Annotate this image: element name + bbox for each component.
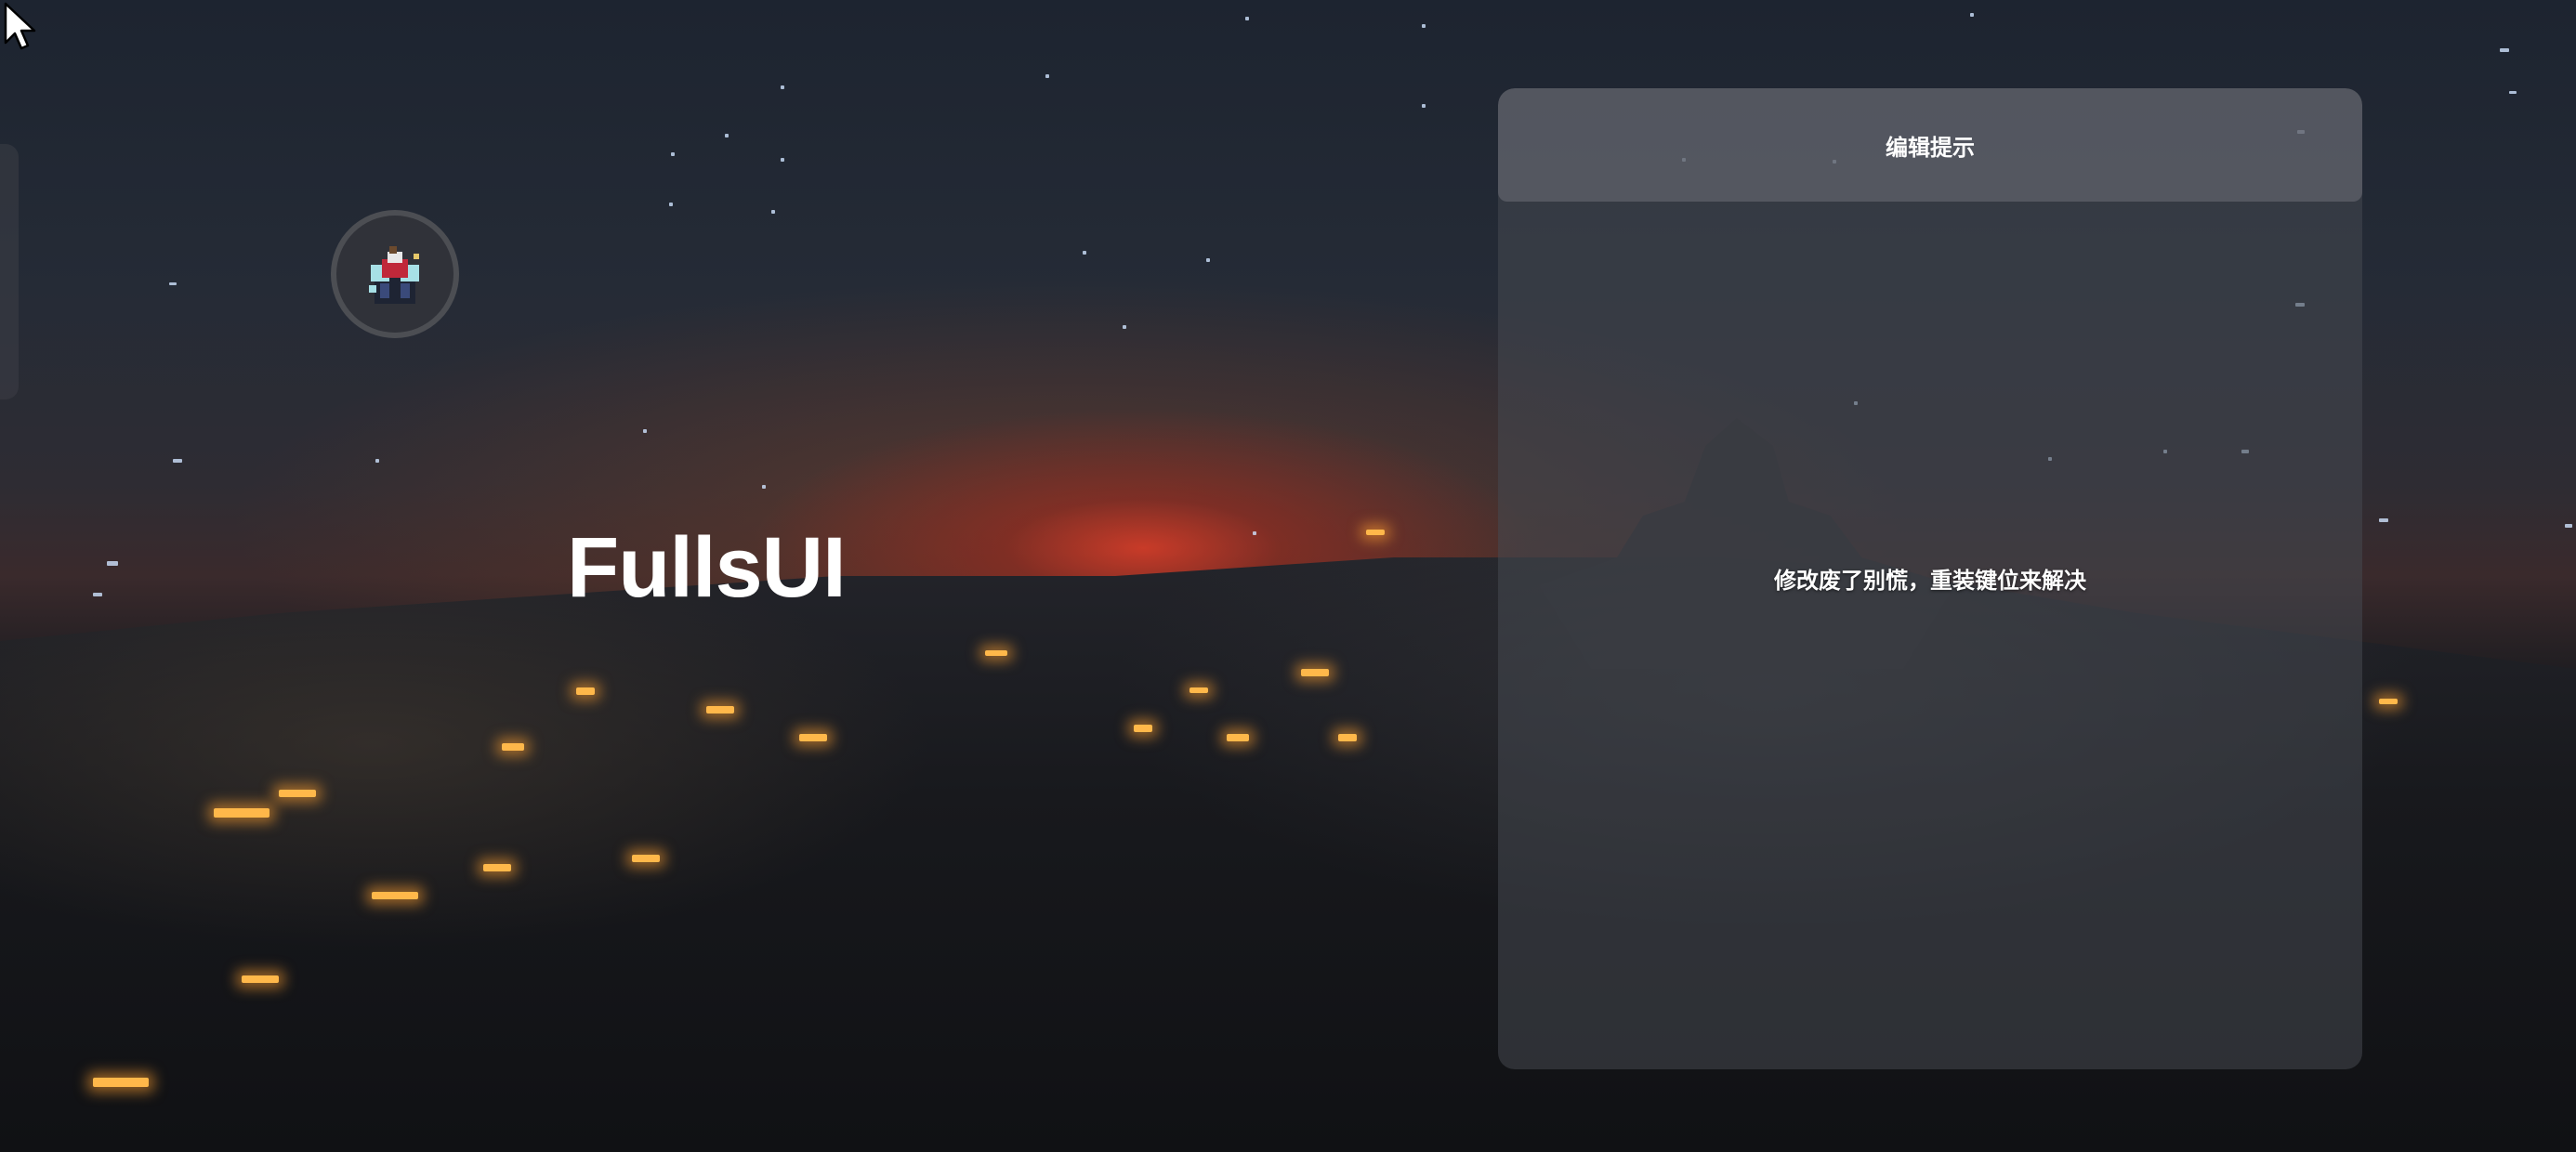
star [2509,91,2517,94]
star [1206,258,1210,262]
star [781,158,784,162]
star [93,593,102,596]
star [1123,325,1126,329]
star [2500,48,2509,52]
app-title: FullsUI [567,520,847,615]
star [2379,518,2388,522]
star [169,282,177,285]
star [1083,251,1086,255]
mouse-cursor-icon [4,2,36,50]
star [375,459,379,463]
star [173,459,182,463]
star [1245,17,1249,20]
village-light [279,790,316,797]
village-light [1227,734,1249,741]
village-light [1189,687,1208,693]
star [1045,74,1049,78]
village-light [502,743,524,751]
star [725,134,729,137]
village-light [576,687,595,695]
side-drawer-tab[interactable] [0,144,19,399]
panel-header: 编辑提示 [1498,88,2362,202]
star [1253,531,1256,535]
village-light [706,706,734,713]
star [1970,13,1974,17]
star [1422,104,1426,108]
village-light [93,1078,149,1087]
village-light [985,650,1007,656]
star [781,85,784,89]
village-light [214,808,269,818]
star [2565,524,2572,528]
star [107,561,118,566]
star [671,152,675,156]
star [771,210,775,214]
block-character-avatar-icon [369,246,419,304]
village-light [1338,734,1357,741]
panel-message: 修改废了别慌，重装键位来解决 [1774,568,2086,594]
star [1422,24,1426,28]
village-light [483,864,511,871]
village-light [1301,669,1329,676]
star [669,203,673,206]
avatar[interactable] [331,210,459,338]
star [762,485,766,489]
village-light [2379,699,2398,704]
star [643,429,647,433]
village-light [632,855,660,862]
village-light [242,975,279,983]
village-light [1134,725,1152,732]
village-light [799,734,827,741]
village-light [372,892,418,899]
panel-title: 编辑提示 [1886,134,1975,161]
edit-tip-panel: 编辑提示 修改废了别慌，重装键位来解决 [1498,88,2362,1069]
village-light [1366,530,1385,535]
